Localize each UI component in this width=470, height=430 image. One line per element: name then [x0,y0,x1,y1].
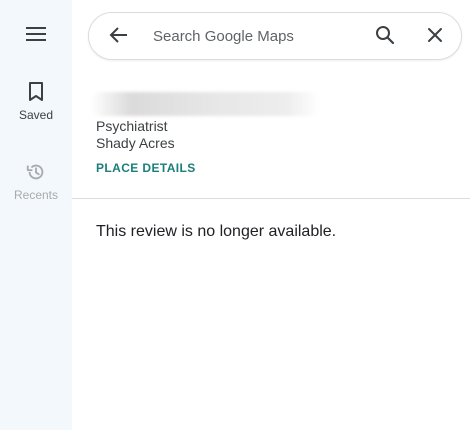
side-rail: Saved Recents [0,0,72,430]
history-icon [24,160,48,184]
place-summary: Psychiatrist Shady Acres PLACE DETAILS [90,92,456,177]
redacted-place-name [90,92,320,116]
rail-item-recents-label: Recents [13,188,59,202]
rail-item-saved[interactable]: Saved [0,80,72,122]
review-unavailable-message: This review is no longer available. [96,223,337,240]
close-icon [427,27,443,48]
divider [72,198,470,199]
bookmark-icon [24,80,48,104]
clear-search-button[interactable] [417,19,453,55]
rail-item-recents[interactable]: Recents [0,160,72,202]
menu-button[interactable] [16,16,56,56]
maps-app: Saved Recents Search Google Maps Psychia… [0,0,470,430]
search-input[interactable] [153,23,353,49]
place-location: Shady Acres [96,135,175,151]
place-category: Psychiatrist [96,118,168,134]
search-icon [375,25,395,50]
hamburger-menu-icon [26,26,46,46]
arrow-back-icon [109,25,129,50]
place-details-link[interactable]: PLACE DETAILS [96,161,196,175]
search-button[interactable] [367,19,403,55]
back-button[interactable] [101,19,137,55]
rail-item-saved-label: Saved [18,108,54,122]
search-bar [88,12,462,60]
